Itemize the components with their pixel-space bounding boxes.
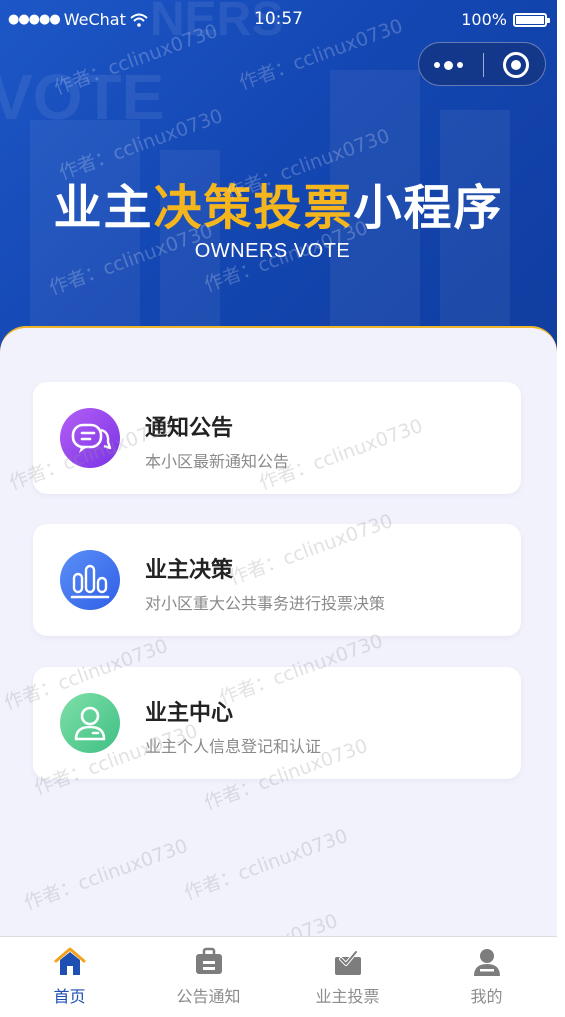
bar-chart-icon xyxy=(60,550,120,610)
tab-mine[interactable]: 我的 xyxy=(417,937,556,1004)
menu-title: 业主中心 xyxy=(145,701,234,726)
tab-label: 首页 xyxy=(53,987,86,1004)
menu-title: 通知公告 xyxy=(145,416,234,441)
tab-vote[interactable]: 业主投票 xyxy=(278,937,417,1004)
battery-percent: 100% xyxy=(461,10,507,29)
tab-label: 我的 xyxy=(470,987,503,1004)
menu-desc: 本小区最新通知公告 xyxy=(145,452,290,471)
app-title: 业主决策投票小程序 xyxy=(53,180,504,236)
menu-desc: 对小区重大公共事务进行投票决策 xyxy=(145,594,386,613)
menu-card-notice[interactable]: 通知公告 本小区最新通知公告 xyxy=(33,382,521,494)
chat-bubbles-icon xyxy=(60,408,120,468)
home-icon xyxy=(54,947,85,975)
capsule-divider xyxy=(483,53,484,77)
page: VOTE NERS ●●●●● WeChat 10:57 100% 业主决策投票… xyxy=(0,0,557,1004)
tab-label: 公告通知 xyxy=(176,987,241,1004)
vote-box-icon xyxy=(334,950,361,975)
menu-title: 业主决策 xyxy=(145,558,234,583)
profile-icon xyxy=(473,949,500,976)
menu-card-decision[interactable]: 业主决策 对小区重大公共事务进行投票决策 xyxy=(33,524,521,636)
menu-card-owner-center[interactable]: 业主中心 业主个人信息登记和认证 xyxy=(33,667,521,779)
more-options-icon[interactable] xyxy=(431,54,481,74)
close-mini-program-icon[interactable] xyxy=(503,52,529,78)
tab-bar: 首页 公告通知 业主投票 我的 xyxy=(0,936,557,1004)
mini-program-capsule xyxy=(418,42,546,86)
tab-notice[interactable]: 公告通知 xyxy=(139,937,278,1004)
hero-banner: VOTE NERS ●●●●● WeChat 10:57 100% 业主决策投票… xyxy=(0,0,557,360)
app-subtitle: OWNERS VOTE xyxy=(194,240,351,262)
briefcase-icon xyxy=(195,947,222,974)
tab-home[interactable]: 首页 xyxy=(0,937,139,1004)
menu-desc: 业主个人信息登记和认证 xyxy=(145,737,322,756)
status-bar: ●●●●● WeChat 10:57 100% xyxy=(0,0,557,40)
tab-label: 业主投票 xyxy=(315,987,380,1004)
user-icon xyxy=(60,693,120,753)
battery-icon xyxy=(513,12,550,27)
